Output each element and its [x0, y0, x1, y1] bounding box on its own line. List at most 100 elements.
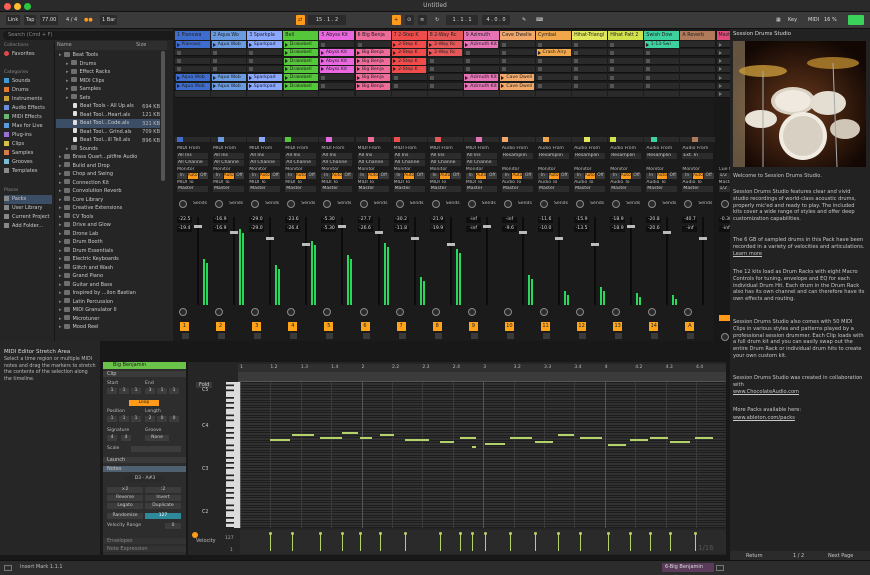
monitor-off-button[interactable]: Off — [451, 173, 461, 179]
clip[interactable]: Big Benja — [356, 57, 391, 65]
expand-arrow-icon[interactable]: ▸ — [59, 205, 62, 211]
clip-slot[interactable] — [680, 65, 716, 73]
clip-stop-icon[interactable] — [177, 59, 181, 64]
end-sixteenth[interactable]: 1 — [169, 388, 179, 394]
track-volume-value[interactable]: -inf — [501, 217, 517, 223]
velocity-bar[interactable] — [510, 533, 511, 551]
monitor-switch[interactable]: In Auto Off — [393, 173, 425, 179]
clip-stop-icon[interactable] — [429, 59, 434, 64]
fader-handle[interactable] — [338, 225, 347, 228]
input-channel-select[interactable]: All Channe — [321, 160, 353, 166]
clip-stop-icon[interactable] — [646, 84, 651, 88]
fader-handle[interactable] — [482, 225, 491, 228]
expand-arrow-icon[interactable]: ▸ — [59, 180, 62, 186]
sidebar-item-grooves[interactable]: Grooves — [4, 158, 52, 167]
track-volume-value[interactable]: -27.7 — [357, 217, 373, 223]
clip-stop-icon[interactable] — [501, 67, 506, 72]
monitor-switch[interactable]: In Auto Off — [682, 173, 714, 179]
reverse-button[interactable]: Reverse — [107, 495, 143, 501]
expand-arrow-icon[interactable]: ▸ — [59, 273, 62, 279]
browser-scrollbar[interactable] — [161, 51, 165, 181]
monitor-switch[interactable]: In Auto Off — [285, 173, 317, 179]
scene-launch-icon[interactable] — [718, 50, 722, 55]
expand-arrow-icon[interactable]: ▸ — [66, 86, 69, 92]
clip-stop-icon[interactable] — [610, 84, 615, 88]
monitor-off-button[interactable]: Off — [487, 173, 497, 179]
clip[interactable]: Azimuth Kit — [464, 41, 499, 48]
position-beat[interactable]: 1 — [119, 416, 129, 422]
timeline-ruler[interactable]: 1 1.2 1.3 1.4 2 2.2 2.3 2.4 3 3.2 3.3 3.4 4 4.2 4.3 4.4 — [238, 364, 726, 372]
follow-icon[interactable]: ⇄ — [296, 15, 305, 25]
midi-note[interactable] — [580, 437, 602, 439]
input-channel-select[interactable]: All Channe — [213, 160, 245, 166]
fader-handle[interactable] — [230, 231, 239, 234]
duplicate-button[interactable]: Duplicate — [145, 503, 181, 509]
clip-section-header[interactable]: Clip — [103, 371, 186, 377]
fader-handle[interactable] — [627, 225, 636, 228]
track-activator-button[interactable]: 14 — [649, 322, 659, 331]
chocolate-audio-link-text[interactable]: www.ChocolateAudio.com — [733, 389, 799, 395]
fader-handle[interactable] — [374, 231, 383, 234]
send-a-knob[interactable] — [648, 200, 657, 208]
track-activator-button[interactable]: 1 — [180, 322, 189, 331]
input-channel-select[interactable]: All Channe — [285, 160, 317, 166]
solo-button[interactable] — [254, 333, 262, 339]
monitor-auto-button[interactable]: Auto — [368, 173, 379, 179]
link-button[interactable]: Link — [6, 15, 21, 25]
monitor-off-button[interactable]: Off — [234, 173, 245, 179]
output-destination-select[interactable]: Master — [357, 186, 389, 192]
output-destination-select[interactable]: Master — [393, 186, 425, 192]
folder-row[interactable]: ▸ Mood Reel — [56, 323, 160, 332]
solo-button[interactable] — [615, 333, 623, 339]
monitor-off-button[interactable]: Off — [631, 173, 642, 179]
track-header[interactable]: Hihat-Triangl — [572, 31, 608, 40]
input-channel-select[interactable]: All Channe — [249, 160, 281, 166]
start-sixteenth[interactable]: 1 — [131, 388, 141, 394]
pan-knob[interactable] — [648, 308, 657, 316]
velocity-bar[interactable] — [580, 533, 581, 551]
solo-button[interactable] — [651, 333, 659, 339]
input-source-select[interactable]: All Ins — [213, 153, 245, 159]
clip[interactable]: Drakebell — [283, 49, 318, 57]
expand-arrow-icon[interactable]: ▸ — [66, 78, 69, 84]
clip-slot[interactable] — [175, 90, 211, 98]
track-volume-value[interactable]: -21.9 — [429, 217, 445, 223]
scene-launch-icon[interactable] — [718, 59, 722, 64]
invert-button[interactable]: Invert — [145, 495, 181, 501]
monitor-switch[interactable]: In Auto Off — [249, 173, 281, 179]
track-volume-value[interactable]: -20.8 — [646, 217, 662, 223]
track-header[interactable]: Bell — [283, 31, 319, 40]
midi-note[interactable] — [558, 434, 574, 436]
monitor-auto-button[interactable]: Auto — [476, 173, 487, 179]
expand-arrow-icon[interactable]: ▸ — [59, 316, 62, 322]
capture-icon[interactable]: ≡ — [418, 15, 427, 25]
clip[interactable]: Sparkpad — [247, 82, 282, 90]
clip-slot[interactable] — [319, 90, 355, 98]
monitor-in-button[interactable]: In — [285, 173, 295, 179]
track-header[interactable]: 1 Pianowa — [175, 31, 211, 40]
output-destination-select[interactable]: Master — [285, 186, 317, 192]
expand-arrow-icon[interactable]: ▸ — [59, 163, 62, 169]
monitor-off-button[interactable]: Off — [523, 173, 533, 179]
fader-handle[interactable] — [663, 231, 672, 234]
end-bar[interactable]: 3 — [145, 388, 155, 394]
input-channel-select[interactable]: All Channe — [393, 160, 425, 166]
send-a-knob[interactable] — [431, 200, 440, 208]
clip-stop-button[interactable] — [427, 137, 463, 142]
monitor-off-button[interactable]: Off — [198, 173, 209, 179]
clip-stop-icon[interactable] — [465, 67, 470, 72]
expand-arrow-icon[interactable]: ▸ — [66, 146, 69, 152]
notes-section-header[interactable]: Notes — [103, 466, 186, 472]
track-volume-value[interactable]: -5.30 — [321, 217, 337, 223]
track-activator-button[interactable]: 3 — [252, 322, 262, 331]
output-destination-select[interactable]: Master — [538, 186, 570, 192]
track-volume-value[interactable]: -11.6 — [538, 217, 553, 223]
expand-arrow-icon[interactable]: ▸ — [59, 290, 62, 296]
track-header[interactable]: Cave Dwelle — [499, 31, 535, 40]
velocity-bar[interactable] — [360, 533, 361, 551]
pan-knob[interactable] — [540, 308, 548, 316]
track-header[interactable]: Swish Dow — [644, 31, 680, 40]
midi-note[interactable] — [342, 432, 358, 434]
sidebar-item-add-folder-[interactable]: Add Folder... — [4, 222, 52, 231]
pan-knob[interactable] — [359, 308, 368, 316]
